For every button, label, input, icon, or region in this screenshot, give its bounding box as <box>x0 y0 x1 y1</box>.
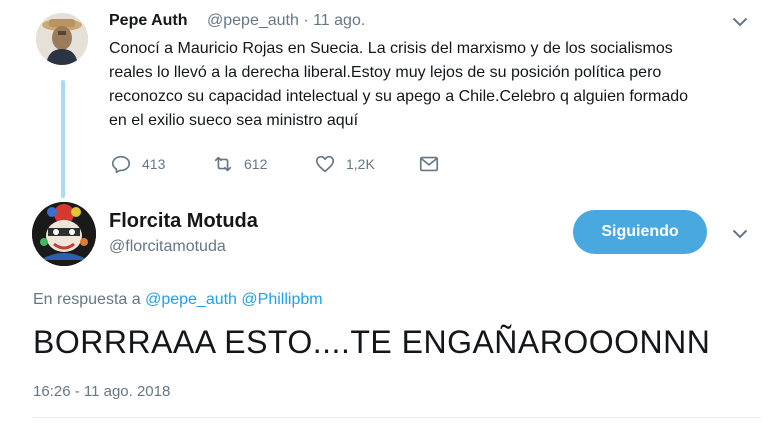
parent-tweet-line: en el exilio sueco sea ministro aquí <box>109 112 359 129</box>
like-action[interactable]: 1,2K <box>314 153 375 175</box>
following-button[interactable]: Siguiendo <box>573 210 707 254</box>
divider <box>33 417 761 418</box>
like-count: 1,2K <box>346 156 375 172</box>
parent-tweet-text: Conocí a Mauricio Rojas en Suecia. La cr… <box>109 37 749 133</box>
reply-menu-chevron-icon[interactable] <box>730 224 750 249</box>
mention-link[interactable]: @pepe_auth <box>145 291 237 308</box>
avatar-image <box>36 13 88 65</box>
parent-tweet-line: reales lo llevó a la derecha liberal.Est… <box>109 64 662 81</box>
replying-to-line: En respuesta a @pepe_auth @Phillipbm <box>33 291 323 309</box>
parent-author-name[interactable]: Pepe Auth <box>109 12 188 30</box>
reply-author-name[interactable]: Florcita Motuda <box>109 210 258 233</box>
retweet-icon <box>214 156 232 172</box>
message-action[interactable] <box>418 153 440 175</box>
parent-tweet-line: reconozco su capacidad intelectual y su … <box>109 88 689 105</box>
reply-count: 413 <box>142 156 166 172</box>
retweet-action[interactable]: 612 <box>212 153 267 175</box>
mention-link[interactable]: @Phillipbm <box>241 291 322 308</box>
replying-to-label: En respuesta a <box>33 291 141 308</box>
reply-icon <box>111 155 131 174</box>
retweet-count: 612 <box>244 156 268 172</box>
avatar-florcita-motuda[interactable] <box>32 202 96 266</box>
heart-icon <box>315 155 335 173</box>
tweet-timestamp[interactable]: 16:26 - 11 ago. 2018 <box>33 383 170 400</box>
reply-author-handle[interactable]: @florcitamotuda <box>109 238 226 256</box>
avatar-pepe-auth[interactable] <box>36 13 88 65</box>
parent-menu-chevron-icon[interactable] <box>730 12 750 37</box>
avatar-image <box>32 202 96 266</box>
thread-line <box>61 80 65 198</box>
parent-author-handle-time[interactable]: @pepe_auth · 11 ago. <box>207 12 365 30</box>
envelope-icon <box>419 156 439 172</box>
reply-action[interactable]: 413 <box>110 153 165 175</box>
parent-tweet-line: Conocí a Mauricio Rojas en Suecia. La cr… <box>109 40 673 57</box>
reply-tweet-text: BORRRAAA ESTO....TE ENGAÑAROOONNN <box>33 324 711 360</box>
